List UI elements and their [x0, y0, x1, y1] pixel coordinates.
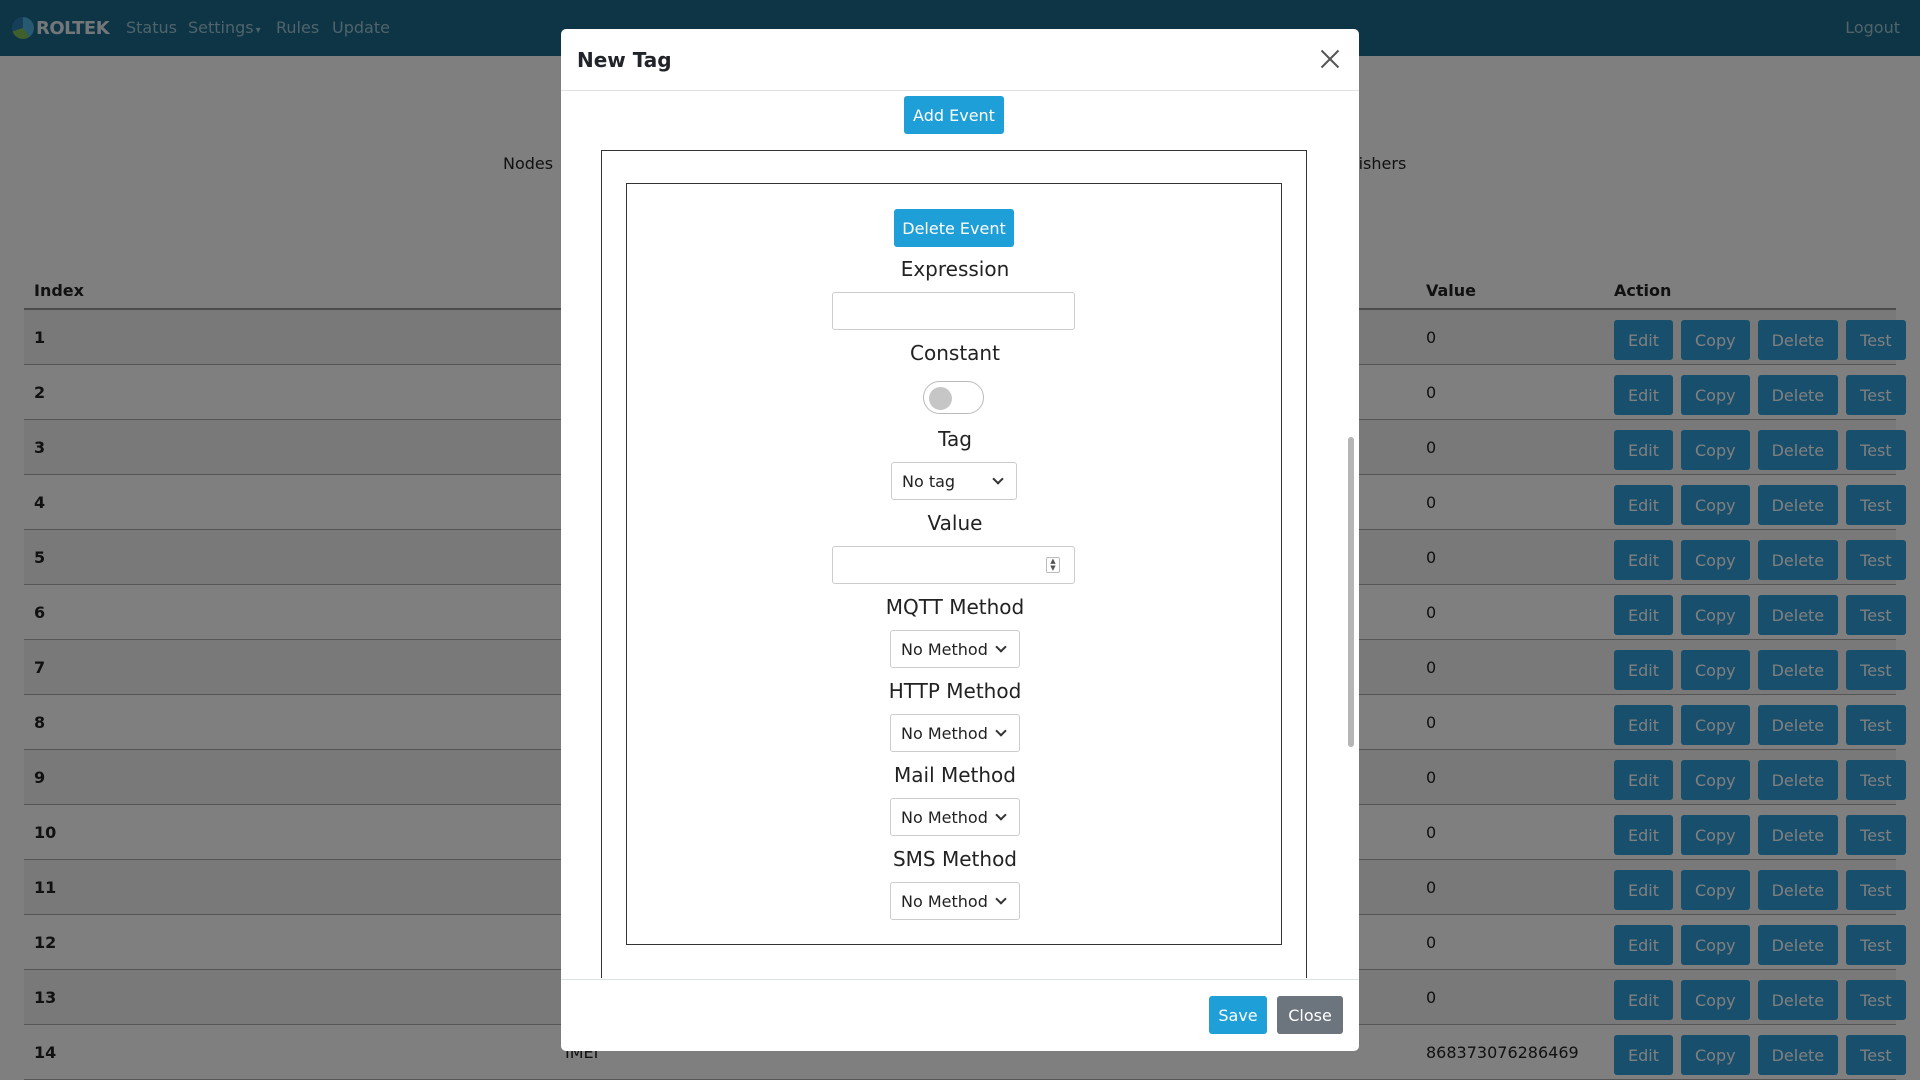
- tag-label: Tag: [938, 427, 972, 451]
- events-container: Delete Event Expression Constant Tag No …: [601, 150, 1307, 978]
- mqtt-method-select[interactable]: No Method: [890, 630, 1020, 668]
- add-event-button[interactable]: Add Event: [904, 96, 1004, 134]
- value-number-input[interactable]: ▲ ▼: [832, 546, 1075, 584]
- save-button[interactable]: Save: [1209, 996, 1267, 1034]
- chevron-down-icon: [992, 473, 1004, 485]
- sms-method-select[interactable]: No Method: [890, 882, 1020, 920]
- expression-label: Expression: [900, 257, 1010, 281]
- mqtt-method-label: MQTT Method: [885, 595, 1025, 619]
- chevron-down-icon: [995, 893, 1007, 905]
- constant-label: Constant: [910, 341, 1000, 365]
- mail-method-select[interactable]: No Method: [890, 798, 1020, 836]
- modal-footer: Save Close: [561, 979, 1359, 1051]
- chevron-down-icon: [995, 641, 1007, 653]
- mail-method-value: No Method: [901, 808, 988, 827]
- modal-header: New Tag: [561, 29, 1359, 91]
- modal-body: Add Event Delete Event Expression Consta…: [561, 92, 1359, 978]
- http-method-value: No Method: [901, 724, 988, 743]
- number-spinner-icon[interactable]: ▲ ▼: [1046, 557, 1060, 573]
- expression-input[interactable]: [832, 292, 1075, 330]
- tag-select[interactable]: No tag: [891, 462, 1017, 500]
- chevron-down-icon: [995, 809, 1007, 821]
- sms-method-label: SMS Method: [892, 847, 1017, 871]
- toggle-knob: [929, 387, 952, 410]
- value-label: Value: [927, 511, 983, 535]
- http-method-label: HTTP Method: [888, 679, 1022, 703]
- http-method-select[interactable]: No Method: [890, 714, 1020, 752]
- modal-title: New Tag: [577, 48, 672, 72]
- mqtt-method-value: No Method: [901, 640, 988, 659]
- new-tag-modal: New Tag Add Event Delete Event Expressio…: [561, 29, 1359, 1051]
- mail-method-label: Mail Method: [894, 763, 1016, 787]
- close-icon[interactable]: [1317, 46, 1343, 72]
- tag-select-value: No tag: [902, 472, 956, 491]
- close-button[interactable]: Close: [1277, 996, 1343, 1034]
- modal-scrollbar[interactable]: [1348, 437, 1354, 747]
- constant-toggle[interactable]: [923, 381, 984, 414]
- delete-event-button[interactable]: Delete Event: [894, 209, 1014, 247]
- chevron-down-icon: [995, 725, 1007, 737]
- sms-method-value: No Method: [901, 892, 988, 911]
- event-card: Delete Event Expression Constant Tag No …: [626, 183, 1282, 945]
